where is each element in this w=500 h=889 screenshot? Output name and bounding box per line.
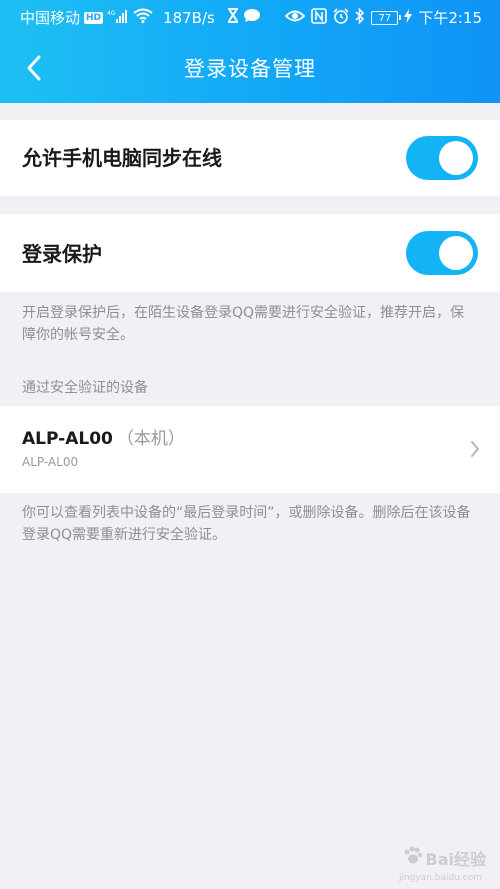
clock: 下午2:15 [418,9,482,27]
paw-icon [402,845,424,871]
login-protect-note: 开启登录保护后，在陌生设备登录QQ需要进行安全验证，推荐开启，保障你的帐号安全。 [22,305,465,343]
eye-icon [285,9,306,27]
sync-online-row[interactable]: 允许手机电脑同步在线 [0,120,500,196]
app-header: 中国移动 HD 4G 187B/s 77 下午2:15 登录设备管理 [0,0,500,103]
device-name-text: ALP-AL00 [22,429,113,449]
carrier-name: 中国移动 [20,8,81,27]
navigation-bar: 登录设备管理 [0,34,500,103]
verified-devices-note: 你可以查看列表中设备的“最后登录时间”，或删除设备。删除后在该设备登录QQ需要重… [22,505,471,543]
status-bar-right: 77 下午2:15 [285,7,482,28]
sync-online-toggle[interactable] [406,136,478,180]
nfc-icon [311,8,328,28]
status-bar: 中国移动 HD 4G 187B/s 77 下午2:15 [0,0,500,34]
page-title: 登录设备管理 [184,57,316,81]
login-protect-toggle[interactable] [406,231,478,275]
alarm-icon [333,8,349,28]
bluetooth-icon [355,7,365,28]
toggle-knob [439,236,473,270]
device-model: ALP-AL00 [22,455,79,469]
watermark-url: jingyan.baidu.com [398,873,482,883]
battery-icon: 77 [371,11,402,25]
message-icon [243,8,261,27]
charging-icon [404,9,413,27]
watermark-brand: Bai经验 [425,850,486,869]
battery-level: 77 [378,12,392,24]
svg-text:4G: 4G [107,10,116,17]
wifi-icon [133,8,153,27]
device-name: ALP-AL00 （本机） [22,428,185,450]
hd-icon: HD [84,11,104,24]
current-device-tag: （本机） [116,429,185,449]
hourglass-icon [227,8,239,27]
verified-devices-title: 通过安全验证的设备 [22,380,148,396]
login-protect-label: 登录保护 [22,242,102,266]
network-speed: 187B/s [163,8,215,27]
watermark: Bai经验 [402,845,486,871]
device-list-item[interactable]: ALP-AL00 （本机） ALP-AL00 [0,406,500,493]
status-bar-left: 中国移动 HD 4G 187B/s [20,8,261,27]
chevron-right-icon [470,440,480,462]
toggle-knob [439,141,473,175]
signal-icon: 4G [107,9,129,27]
login-protect-row[interactable]: 登录保护 [0,214,500,292]
sync-online-label: 允许手机电脑同步在线 [22,146,222,170]
